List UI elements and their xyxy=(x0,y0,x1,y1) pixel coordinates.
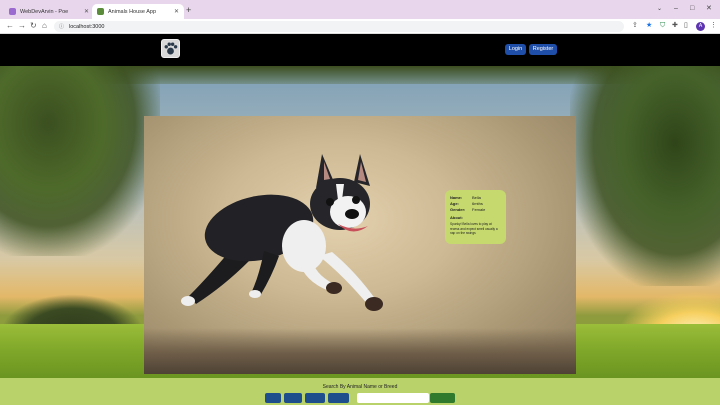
search-label: Search By Animal Name or Breed xyxy=(322,384,398,390)
search-input[interactable] xyxy=(357,393,429,403)
tab-title: WebDevArvin - Poe xyxy=(20,8,69,15)
login-button[interactable]: Login xyxy=(505,44,526,55)
boston-terrier-image xyxy=(181,154,383,311)
about-text: Spunky! Bella loves to play at recess an… xyxy=(450,222,498,235)
tab-close-icon[interactable]: ✕ xyxy=(84,8,89,15)
paw-logo-icon[interactable] xyxy=(161,39,180,58)
filter-button[interactable] xyxy=(284,393,302,403)
address-bar[interactable]: ⓘ localhost:3000 xyxy=(54,21,624,32)
browser-tab-bar: WebDevArvin - Poe ✕ Animals House App ✕ … xyxy=(0,0,720,19)
home-icon[interactable]: ⌂ xyxy=(42,21,47,31)
about-label: About: xyxy=(450,215,463,220)
page: Login Register Name: Bella Age: 6mths Ge… xyxy=(0,35,720,405)
extensions-puzzle-icon[interactable]: ✚ xyxy=(672,22,678,30)
tree-left xyxy=(0,66,160,256)
browser-menu-icon[interactable]: ⋮ xyxy=(710,22,717,30)
poe-favicon-icon xyxy=(9,8,16,15)
profile-avatar[interactable]: A xyxy=(696,22,705,31)
tab-close-icon[interactable]: ✕ xyxy=(174,8,179,15)
share-icon[interactable]: ⇪ xyxy=(632,22,638,30)
browser-tab-poe[interactable]: WebDevArvin - Poe ✕ xyxy=(4,4,94,19)
animal-info-card: Name: Bella Age: 6mths Gender: Female Ab… xyxy=(445,190,506,244)
reload-icon[interactable]: ↻ xyxy=(30,21,37,31)
filter-button[interactable] xyxy=(305,393,325,403)
browser-toolbar: ← → ↻ ⌂ ⓘ localhost:3000 ⇪ ★ ⛉ ✚ ▯ A ⋮ xyxy=(0,19,720,34)
hero-background: Name: Bella Age: 6mths Gender: Female Ab… xyxy=(0,66,720,378)
forward-arrow-icon[interactable]: → xyxy=(18,21,26,31)
browser-tab-animals-house[interactable]: Animals House App ✕ xyxy=(92,4,184,19)
side-panel-icon[interactable]: ▯ xyxy=(684,22,688,30)
extension-shield-icon[interactable]: ⛉ xyxy=(660,22,665,30)
bookmark-star-icon[interactable]: ★ xyxy=(646,22,652,30)
search-submit-button[interactable] xyxy=(430,393,455,403)
maximize-icon[interactable]: □ xyxy=(690,5,694,13)
back-arrow-icon[interactable]: ← xyxy=(6,21,14,31)
register-button[interactable]: Register xyxy=(529,44,557,55)
filter-button[interactable] xyxy=(328,393,349,403)
gender-value: Female xyxy=(472,207,486,212)
tree-right xyxy=(570,66,720,286)
close-window-icon[interactable]: ✕ xyxy=(706,5,712,13)
search-section: Search By Animal Name or Breed xyxy=(0,378,720,405)
new-tab-button[interactable]: + xyxy=(186,6,191,15)
gender-label: Gender: xyxy=(450,207,466,212)
minimize-icon[interactable]: – xyxy=(674,5,678,13)
tab-title: Animals House App xyxy=(108,8,156,15)
tab-search-icon[interactable]: ⌄ xyxy=(657,5,662,13)
address-url: localhost:3000 xyxy=(69,23,105,30)
filter-button[interactable] xyxy=(265,393,281,403)
app-favicon-icon xyxy=(97,8,104,15)
gender-row: Gender: Female xyxy=(450,207,501,213)
site-navbar: Login Register xyxy=(0,35,720,66)
site-info-icon[interactable]: ⓘ xyxy=(59,23,64,30)
photo-ground xyxy=(144,328,576,374)
animal-photo xyxy=(144,116,576,374)
